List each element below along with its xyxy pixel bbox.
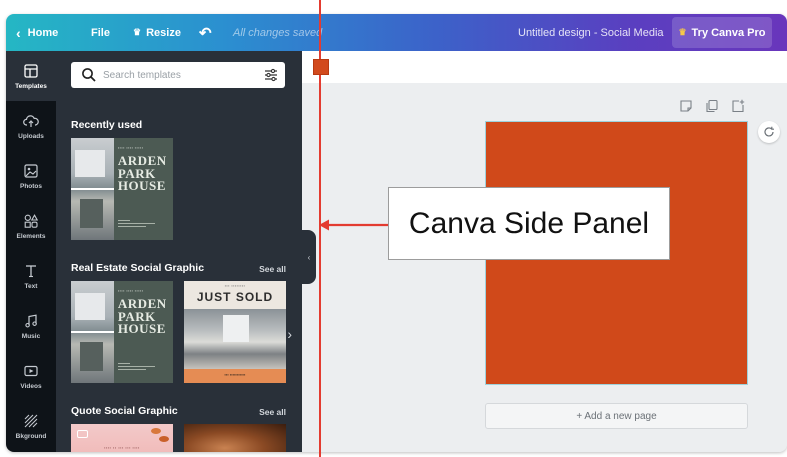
chevron-left-icon: ‹ bbox=[307, 252, 311, 262]
template-title-text: ARDEN PARK HOUSE bbox=[117, 296, 167, 337]
house-photo bbox=[71, 281, 114, 383]
cloud-upload-icon bbox=[23, 114, 39, 127]
section-title-recently-used: Recently used bbox=[71, 119, 143, 131]
background-pattern-icon bbox=[24, 414, 38, 427]
sidebar-item-label: Templates bbox=[15, 82, 47, 90]
template-caption: ▪▪▪▪ ▪▪▪▪ ▪▪▪▪▪ bbox=[117, 146, 144, 151]
sidebar-item-label: Uploads bbox=[18, 132, 44, 140]
chevron-left-icon: ‹ bbox=[16, 24, 21, 41]
refresh-icon bbox=[764, 126, 774, 137]
sidebar-item-label: Music bbox=[21, 332, 41, 340]
sidebar-item-label: Photos bbox=[19, 182, 43, 190]
search-icon bbox=[82, 68, 96, 82]
template-title-text: ARDEN PARK HOUSE bbox=[117, 153, 167, 194]
template-text-lines bbox=[117, 219, 159, 230]
template-thumbnail-quote-photo[interactable] bbox=[184, 424, 286, 452]
template-caption: ▪▪▪▪ ▪▪ ▪▪▪ ▪▪▪ ▪▪▪▪ bbox=[104, 446, 140, 450]
template-caption: ▪▪▪▪ ▪▪▪▪ ▪▪▪▪▪ bbox=[117, 289, 144, 294]
template-thumbnail-arden-park-house[interactable]: ▪▪▪▪ ▪▪▪▪ ▪▪▪▪▪ ARDEN PARK HOUSE bbox=[71, 138, 173, 240]
sidebar-rail: Templates Uploads Photos Elements Text M… bbox=[6, 51, 56, 452]
search-input[interactable] bbox=[103, 65, 253, 85]
see-all-link-real-estate[interactable]: See all bbox=[259, 264, 286, 274]
music-note-icon bbox=[25, 313, 37, 327]
annotation-marker bbox=[313, 59, 329, 75]
template-title-text: JUST SOLD bbox=[196, 290, 274, 304]
file-menu-button[interactable]: File bbox=[91, 14, 110, 51]
video-badge-icon bbox=[77, 430, 88, 438]
sidebar-item-label: Elements bbox=[16, 232, 46, 240]
shapes-icon bbox=[24, 213, 38, 228]
sidebar-item-text[interactable]: Text bbox=[6, 251, 56, 301]
add-new-page-button[interactable]: + Add a new page bbox=[485, 403, 748, 429]
interior-photo bbox=[184, 309, 286, 369]
try-canva-pro-button[interactable]: ♛ Try Canva Pro bbox=[672, 17, 772, 48]
home-button[interactable]: ‹ Home bbox=[16, 14, 58, 51]
section-title-real-estate: Real Estate Social Graphic bbox=[71, 262, 205, 274]
sidebar-item-label: Text bbox=[24, 282, 38, 290]
search-box bbox=[71, 62, 285, 88]
sidebar-item-label: Bkground bbox=[15, 432, 47, 440]
house-photo bbox=[71, 138, 114, 240]
collapse-panel-button[interactable]: ‹ bbox=[302, 230, 316, 284]
resize-label: Resize bbox=[146, 26, 181, 39]
annotation-callout: Canva Side Panel bbox=[388, 187, 670, 260]
add-page-icon[interactable] bbox=[731, 99, 745, 113]
undo-button[interactable]: ↶ bbox=[199, 14, 212, 51]
video-icon bbox=[24, 365, 38, 376]
save-status: All changes saved bbox=[233, 26, 323, 39]
resize-button[interactable]: ♛ Resize bbox=[133, 14, 181, 51]
see-all-link-quote[interactable]: See all bbox=[259, 407, 286, 417]
sidebar-item-photos[interactable]: Photos bbox=[6, 151, 56, 201]
sidebar-item-background[interactable]: Bkground bbox=[6, 401, 56, 451]
template-thumbnail-just-sold[interactable]: ▪▪▪ ▪▪▪▪▪▪▪▪ JUST SOLD ▪▪▪ ▪▪▪▪▪▪▪▪▪▪▪ bbox=[184, 281, 286, 383]
sidebar-item-templates[interactable]: Templates bbox=[6, 51, 56, 101]
sidebar-item-elements[interactable]: Elements bbox=[6, 201, 56, 251]
template-text-lines bbox=[117, 362, 159, 373]
annotation-arrow bbox=[319, 219, 390, 231]
top-bar: ‹ Home File ♛ Resize ↶ All changes saved… bbox=[6, 14, 787, 51]
filter-sliders-icon[interactable] bbox=[264, 68, 278, 82]
template-caption: ▪▪▪ ▪▪▪▪▪▪▪▪ bbox=[224, 284, 246, 288]
sidebar-item-label: Videos bbox=[20, 382, 42, 390]
crown-icon: ♛ bbox=[678, 27, 687, 37]
template-caption: ▪▪▪ ▪▪▪▪▪▪▪▪▪▪▪ bbox=[224, 372, 246, 377]
image-icon bbox=[24, 163, 38, 178]
home-label: Home bbox=[27, 26, 59, 39]
templates-side-panel: Recently used ▪▪▪▪ ▪▪▪▪ ▪▪▪▪▪ ARDEN PARK… bbox=[56, 51, 302, 452]
sidebar-item-uploads[interactable]: Uploads bbox=[6, 101, 56, 151]
template-thumbnail-quote-pink[interactable]: ▪▪▪▪ ▪▪ ▪▪▪ ▪▪▪ ▪▪▪▪ ≈≈≈ ≈≈ ≈≈≈ bbox=[71, 424, 173, 452]
text-icon bbox=[26, 264, 36, 277]
template-thumbnail-arden-park-house[interactable]: ▪▪▪▪ ▪▪▪▪ ▪▪▪▪▪ ARDEN PARK HOUSE bbox=[71, 281, 173, 383]
duplicate-icon[interactable] bbox=[705, 99, 719, 113]
undo-icon: ↶ bbox=[199, 24, 212, 42]
sidebar-item-music[interactable]: Music bbox=[6, 301, 56, 351]
section-title-quote: Quote Social Graphic bbox=[71, 405, 178, 417]
note-icon[interactable] bbox=[679, 99, 693, 113]
refresh-button[interactable] bbox=[758, 121, 780, 143]
try-pro-label: Try Canva Pro bbox=[691, 26, 766, 39]
crown-icon: ♛ bbox=[133, 27, 142, 37]
editor-toolbar bbox=[302, 51, 787, 83]
chevron-right-icon[interactable]: › bbox=[287, 326, 292, 342]
layout-icon bbox=[24, 63, 38, 78]
sidebar-item-videos[interactable]: Videos bbox=[6, 351, 56, 401]
design-title[interactable]: Untitled design - Social Media bbox=[518, 14, 664, 51]
